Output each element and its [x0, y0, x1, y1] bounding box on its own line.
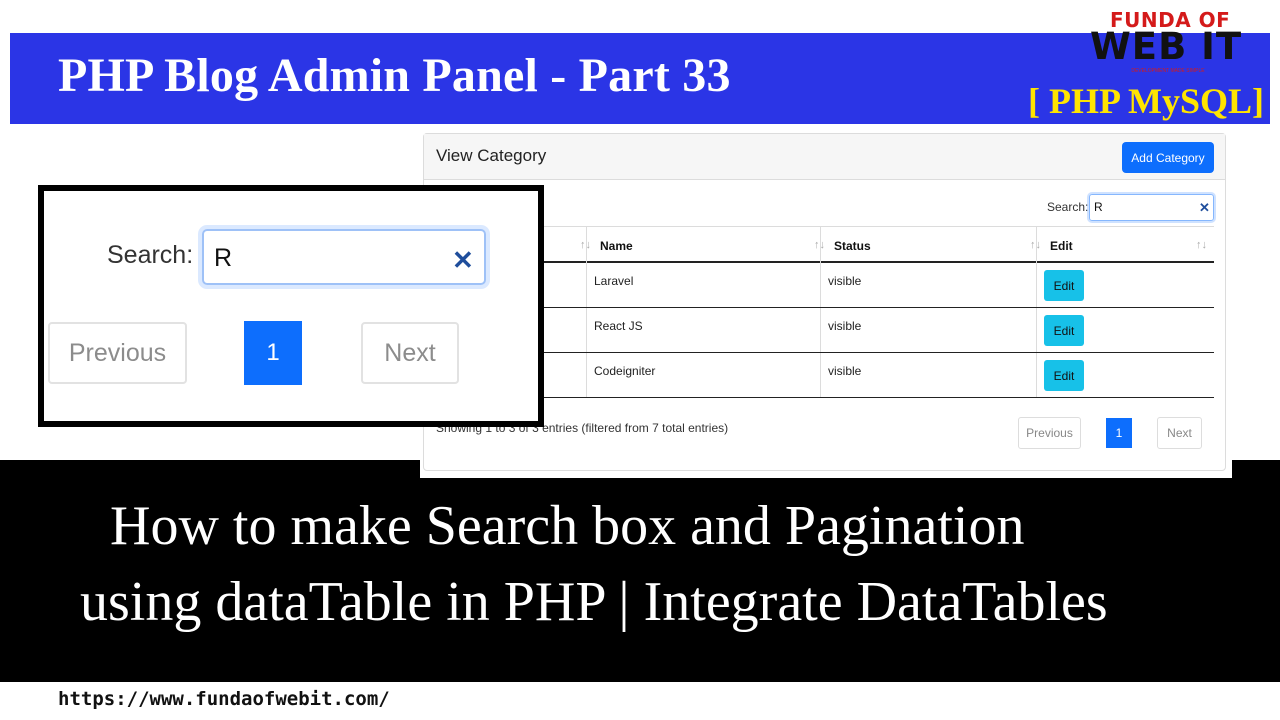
edit-button[interactable]: Edit: [1044, 315, 1084, 346]
logo-line2: WEB IT: [1090, 25, 1243, 68]
website-url: https://www.fundaofwebit.com/: [58, 688, 390, 710]
table-row: Codeigniter visible Edit: [436, 353, 1214, 398]
page-title: PHP Blog Admin Panel - Part 33: [58, 49, 731, 102]
zoom-search-input[interactable]: R: [202, 229, 486, 285]
search-label: Search:: [1047, 200, 1089, 214]
logo-tagline: DEVELOPMENT MADE SIMPLE: [1131, 68, 1205, 74]
clear-search-icon[interactable]: ✕: [1199, 200, 1210, 216]
edit-button[interactable]: Edit: [1044, 360, 1084, 391]
zoom-search-label: Search:: [107, 241, 194, 269]
card-title: View Category: [436, 146, 547, 165]
card-header: View Category Add Category: [424, 134, 1225, 180]
cell-status: visible: [828, 274, 862, 288]
table-row: React JS visible Edit: [436, 308, 1214, 353]
caption-line1: How to make Search box and Pagination: [110, 495, 1025, 557]
cell-name: Laravel: [594, 274, 634, 288]
column-header-status[interactable]: Status: [834, 239, 871, 253]
next-page-button[interactable]: Next: [1157, 417, 1202, 449]
cell-status: visible: [828, 364, 862, 378]
previous-page-button[interactable]: Previous: [1018, 417, 1081, 449]
cell-name: Codeigniter: [594, 364, 656, 378]
cell-status: visible: [828, 319, 862, 333]
logo-subtitle: [ PHP MySQL]: [1028, 81, 1264, 121]
sort-icon[interactable]: ↑↓: [1196, 239, 1207, 251]
search-input[interactable]: R: [1089, 194, 1214, 221]
table-header: ↑↓ Name ↑↓ Status ↑↓ Edit ↑↓: [436, 226, 1214, 263]
column-header-name[interactable]: Name: [600, 239, 633, 253]
zoom-clear-icon[interactable]: ✕: [452, 245, 474, 276]
cell-name: React JS: [594, 319, 643, 333]
column-header-edit[interactable]: Edit: [1050, 239, 1073, 253]
add-category-button[interactable]: Add Category: [1122, 142, 1214, 173]
page-1-button[interactable]: 1: [1106, 418, 1132, 448]
table-row: Laravel visible Edit: [436, 263, 1214, 308]
zoom-page-1-button[interactable]: 1: [244, 321, 302, 385]
zoom-previous-button[interactable]: Previous: [48, 322, 187, 384]
zoom-callout: Search: R ✕ Previous 1 Next: [38, 185, 544, 427]
caption-line2: using dataTable in PHP | Integrate DataT…: [80, 571, 1108, 633]
zoom-next-button[interactable]: Next: [361, 322, 459, 384]
edit-button[interactable]: Edit: [1044, 270, 1084, 301]
